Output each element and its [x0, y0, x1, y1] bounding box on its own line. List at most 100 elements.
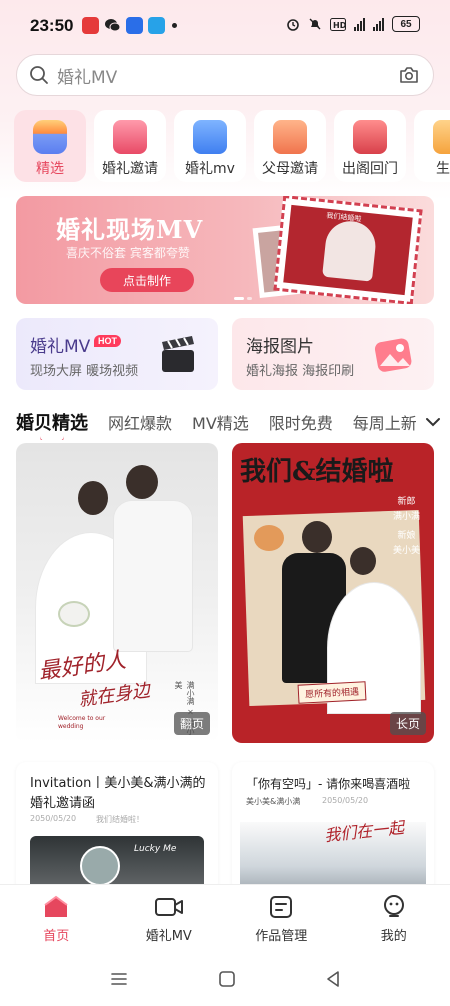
template-info-right[interactable]: 「你有空吗」- 请你来喝喜酒啦 美小美&满小满 2050/05/20 我们在一起 [232, 762, 434, 892]
groom-figure [302, 521, 332, 553]
groom-suit [114, 501, 192, 651]
system-navigation-bar [0, 954, 450, 1006]
category-label: 出阁回门 [342, 161, 398, 177]
template-card-left[interactable]: 最好的人 就在身边 满小满 × 美小美 Welcome to our weddi… [16, 443, 218, 743]
search-icon [30, 66, 48, 84]
bottom-navigation: 首页 婚礼MV 作品管理 我的 [0, 884, 450, 954]
photo-icon [374, 338, 412, 372]
template-title: Invitation丨美小美&满小满的婚礼邀请函 [30, 776, 206, 811]
nav-wedding-mv[interactable]: 婚礼MV [113, 885, 226, 954]
bride-figure [350, 547, 376, 575]
app-notification-icon [82, 17, 99, 34]
nav-label: 作品管理 [255, 929, 308, 944]
tab-trending[interactable]: 网红爆款 [108, 410, 172, 434]
bride-label: 新娘 [397, 531, 416, 541]
thumb-circle [80, 846, 120, 886]
card-title: 海报图片 [246, 337, 314, 357]
signal-1-icon [354, 17, 365, 31]
page-type-badge: 长页 [389, 712, 426, 735]
hd-icon: HD [330, 17, 346, 31]
welcome-caption: Welcome to our wedding [58, 715, 106, 730]
clock: 23:50 [30, 16, 74, 35]
template-card-right[interactable]: 我们&结婚啦 新郎 满小满 新娘 美小美 愿所有的相遇 长页 [232, 443, 434, 743]
alarm-icon [287, 19, 299, 31]
more-notifications-dot [172, 23, 177, 28]
poster-image-card[interactable]: 海报图片 婚礼海报 海报印刷 [232, 318, 434, 390]
groom-label: 新郎 [397, 497, 416, 507]
calculator-icon [126, 17, 143, 34]
tab-featured[interactable]: 婚贝精选 [16, 409, 88, 435]
video-play-icon [193, 120, 227, 154]
nav-works[interactable]: 作品管理 [225, 885, 338, 954]
frame-caption: 我们结婚啦 [326, 211, 362, 224]
category-row: 精选 婚礼邀请 婚礼mv 父母邀请 出阁回门 生日 [14, 110, 450, 186]
svg-text:HD: HD [333, 21, 346, 30]
template-date: 2050/05/20 [30, 814, 77, 823]
couple-names-block: 新郎 满小满 新娘 美小美 [393, 495, 420, 559]
tab-weekly-new[interactable]: 每周上新 [353, 410, 417, 434]
category-label: 婚礼mv [185, 161, 235, 177]
wedding-mv-card[interactable]: 婚礼MV HOT 现场大屏 暖场视频 [16, 318, 218, 390]
wechat-icon [104, 17, 121, 34]
recent-apps-icon[interactable] [110, 970, 128, 988]
promo-banner[interactable]: 婚礼现场MV 喜庆不俗套 宾客都夸赞 点击制作 我们结婚啦 [16, 196, 434, 304]
video-camera-icon [154, 893, 184, 921]
signal-2-icon [373, 17, 384, 31]
back-icon[interactable] [324, 970, 342, 988]
page-type-badge: 翻页 [173, 712, 210, 735]
mute-icon [309, 18, 321, 30]
category-parents-invite[interactable]: 父母邀请 [254, 110, 326, 182]
template-date: 2050/05/20 [322, 796, 369, 805]
category-birthday[interactable]: 生日 [414, 110, 450, 182]
banner-film-frame: 我们结婚啦 [273, 196, 423, 304]
category-label: 父母邀请 [262, 161, 318, 177]
chevron-down-icon [426, 418, 440, 427]
banner-title: 婚礼现场MV [56, 215, 204, 244]
bride-name: 美小美 [392, 546, 420, 556]
home-button-icon[interactable] [218, 970, 236, 988]
hot-badge: HOT [94, 335, 121, 347]
poster-title: 我们&结婚啦 [240, 457, 394, 487]
category-wedding-invite[interactable]: 婚礼邀请 [94, 110, 166, 182]
category-wedding-mv[interactable]: 婚礼mv [174, 110, 246, 182]
profile-icon [379, 893, 409, 921]
tabs-expand-button[interactable] [416, 404, 450, 440]
nav-label: 婚礼MV [145, 929, 192, 944]
family-photo-icon [273, 120, 307, 154]
template-info-left[interactable]: Invitation丨美小美&满小满的婚礼邀请函 2050/05/20 我们结婚… [16, 762, 218, 892]
template-title: 「你有空吗」- 请你来喝喜酒啦 [246, 777, 411, 791]
bouquet [60, 603, 88, 625]
home-icon [41, 893, 71, 921]
tab-mv-picks[interactable]: MV精选 [192, 410, 249, 434]
nav-label: 首页 [43, 929, 70, 944]
poster-tag: 愿所有的相遇 [297, 681, 367, 704]
category-return-home[interactable]: 出阁回门 [334, 110, 406, 182]
featured-cake-icon [33, 120, 67, 154]
category-featured[interactable]: 精选 [14, 110, 86, 182]
carousel-indicator [234, 297, 252, 300]
battery-icon: 65 [392, 16, 420, 32]
status-bar: 23:50 HD 65 [0, 0, 450, 52]
system-status: HD 65 [286, 16, 420, 32]
nav-profile[interactable]: 我的 [338, 885, 450, 954]
works-icon [266, 893, 296, 921]
banner-subtitle: 喜庆不俗套 宾客都夸赞 [66, 246, 190, 260]
content-tabs: 婚贝精选 网红爆款 MV精选 限时免费 每周上新 [16, 404, 450, 440]
search-input[interactable]: 婚礼MV [57, 63, 117, 88]
groom-figure [126, 465, 158, 499]
category-label: 生日 [436, 161, 450, 177]
camera-search-icon[interactable] [399, 66, 419, 84]
tab-free[interactable]: 限时免费 [269, 410, 333, 434]
bride-figure [78, 481, 108, 515]
groom-name: 满小满 [392, 512, 420, 522]
card-title: 婚礼MV [30, 337, 91, 357]
make-now-button[interactable]: 点击制作 [100, 268, 194, 292]
notification-icons [82, 17, 177, 34]
template-subtitle: 我们结婚啦！ [96, 815, 144, 824]
search-bar[interactable]: 婚礼MV [16, 54, 434, 96]
category-label: 精选 [36, 161, 64, 177]
nav-label: 我的 [380, 929, 407, 944]
bouquet [254, 525, 284, 551]
nav-home[interactable]: 首页 [0, 885, 113, 954]
card-subtitle: 婚礼海报 海报印刷 [246, 364, 355, 379]
